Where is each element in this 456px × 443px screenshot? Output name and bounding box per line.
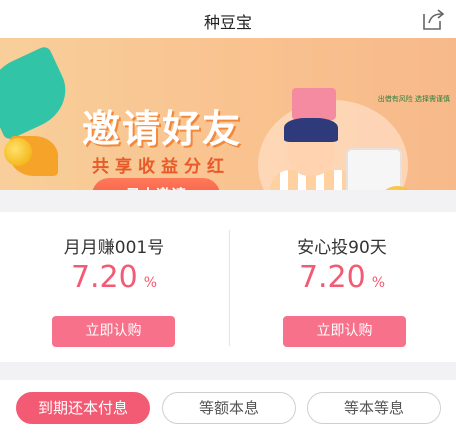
leaf-decoration [0, 44, 78, 142]
rate-unit: % [371, 275, 386, 291]
product-name: 安心投90天 [297, 238, 387, 258]
page-title: 种豆宝 [203, 13, 252, 32]
product-panel: 月月赚001号 7.20% 立即认购 安心投90天 7.20% 立即认购 [0, 212, 456, 362]
invite-banner[interactable]: 邀请好友 共享收益分红 马上邀请 出借有风险 选择需谨慎 [0, 38, 456, 190]
product-rate: 7.20% [0, 260, 228, 295]
product-rate: 7.20% [228, 260, 456, 295]
banner-headline: 邀请好友 [82, 107, 243, 151]
risk-notice: 出借有风险 选择需谨慎 [377, 95, 450, 103]
share-icon[interactable] [420, 6, 446, 32]
rate-value: 7.20 [298, 260, 366, 295]
filter-chip-equal-installment[interactable]: 等额本息 [162, 392, 296, 424]
product-card[interactable]: 月月赚001号 7.20% 立即认购 [0, 212, 228, 362]
gift-box-illustration [346, 148, 402, 190]
character-hair [284, 118, 338, 142]
subscribe-button[interactable]: 立即认购 [52, 316, 175, 347]
banner-subline: 共享收益分红 [92, 157, 230, 177]
rate-unit: % [143, 275, 158, 291]
repayment-filter-bar: 到期还本付息 等额本息 等本等息 [0, 380, 456, 443]
coin-illustration [4, 138, 32, 166]
invite-now-button[interactable]: 马上邀请 [92, 178, 220, 190]
product-card[interactable]: 安心投90天 7.20% 立即认购 [228, 212, 456, 362]
app-header: 种豆宝 [0, 0, 456, 38]
product-name: 月月赚001号 [63, 238, 165, 258]
filter-chip-equal-principal-interest[interactable]: 等本等息 [307, 392, 441, 424]
filter-chip-maturity-repayment[interactable]: 到期还本付息 [16, 392, 150, 424]
card-illustration [292, 88, 336, 120]
rate-value: 7.20 [70, 260, 138, 295]
subscribe-button[interactable]: 立即认购 [283, 316, 406, 347]
